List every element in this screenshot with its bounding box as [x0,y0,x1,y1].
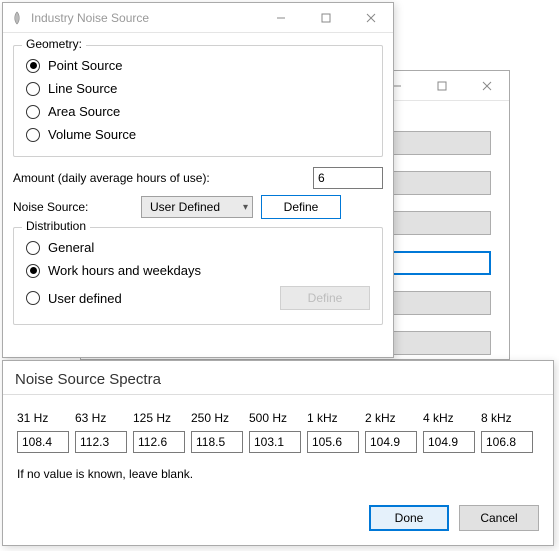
noise-source-combo[interactable]: User Defined ▾ [141,196,253,218]
amount-input[interactable] [313,167,383,189]
app-icon [9,10,25,26]
amount-row: Amount (daily average hours of use): [13,167,383,189]
radio-work-hours[interactable]: Work hours and weekdays [24,259,372,282]
amount-label: Amount (daily average hours of use): [13,171,210,185]
maximize-button[interactable] [303,3,348,32]
radio-icon [26,59,40,73]
radio-icon [26,128,40,142]
freq-input-31hz[interactable] [17,431,69,453]
close-button[interactable] [348,3,393,32]
freq-input-4khz[interactable] [423,431,475,453]
spectra-title: Noise Source Spectra [3,361,553,394]
distribution-legend: Distribution [22,219,90,233]
radio-icon [26,264,40,278]
freq-label: 500 Hz [249,411,301,425]
freq-label: 31 Hz [17,411,69,425]
minimize-button[interactable] [258,3,303,32]
freq-input-125hz[interactable] [133,431,185,453]
radio-label: User defined [48,291,122,306]
freq-input-8khz[interactable] [481,431,533,453]
freq-label: 8 kHz [481,411,533,425]
geometry-group: Geometry: Point Source Line Source Area … [13,45,383,157]
divider [3,394,553,395]
freq-input-1khz[interactable] [307,431,359,453]
spectra-window: Noise Source Spectra 31 Hz 63 Hz 125 Hz … [2,360,554,546]
titlebar: Industry Noise Source [3,3,393,33]
noise-source-label: Noise Source: [13,200,133,214]
freq-input-2khz[interactable] [365,431,417,453]
freq-label: 125 Hz [133,411,185,425]
bg-field-2[interactable] [381,171,491,195]
bg-maximize-button[interactable] [419,71,464,100]
bg-close-button[interactable] [464,71,509,100]
radio-label: Line Source [48,81,117,96]
radio-volume-source[interactable]: Volume Source [24,123,372,146]
radio-label: Work hours and weekdays [48,263,201,278]
bg-field-1[interactable] [381,131,491,155]
freq-label: 250 Hz [191,411,243,425]
radio-icon [26,105,40,119]
done-button[interactable]: Done [369,505,449,531]
radio-icon [26,291,40,305]
radio-label: Volume Source [48,127,136,142]
bg-field-4[interactable] [381,251,491,275]
freq-input-63hz[interactable] [75,431,127,453]
radio-label: Area Source [48,104,120,119]
radio-point-source[interactable]: Point Source [24,54,372,77]
radio-general[interactable]: General [24,236,372,259]
bg-field-3[interactable] [381,211,491,235]
freq-input-250hz[interactable] [191,431,243,453]
radio-icon [26,82,40,96]
cancel-button[interactable]: Cancel [459,505,539,531]
radio-label: Point Source [48,58,122,73]
bg-field-6[interactable] [381,331,491,355]
radio-user-defined-dist[interactable]: User defined Define [24,282,372,314]
spectra-note: If no value is known, leave blank. [3,453,553,481]
freq-input-500hz[interactable] [249,431,301,453]
distribution-group: Distribution General Work hours and week… [13,227,383,325]
radio-label: General [48,240,94,255]
window-title: Industry Noise Source [31,11,258,25]
freq-label: 2 kHz [365,411,417,425]
define-distribution-button: Define [280,286,370,310]
freq-label: 1 kHz [307,411,359,425]
combo-value: User Defined [150,200,220,214]
chevron-down-icon: ▾ [243,202,248,213]
freq-label: 4 kHz [423,411,475,425]
geometry-legend: Geometry: [22,37,86,51]
industry-noise-window: Industry Noise Source Geometry: Point So… [2,2,394,358]
radio-icon [26,241,40,255]
freq-value-row [3,431,553,453]
bg-field-5[interactable] [381,291,491,315]
noise-source-row: Noise Source: User Defined ▾ Define [13,195,383,219]
define-noise-source-button[interactable]: Define [261,195,341,219]
radio-area-source[interactable]: Area Source [24,100,372,123]
freq-label: 63 Hz [75,411,127,425]
radio-line-source[interactable]: Line Source [24,77,372,100]
freq-header-row: 31 Hz 63 Hz 125 Hz 250 Hz 500 Hz 1 kHz 2… [3,411,553,425]
